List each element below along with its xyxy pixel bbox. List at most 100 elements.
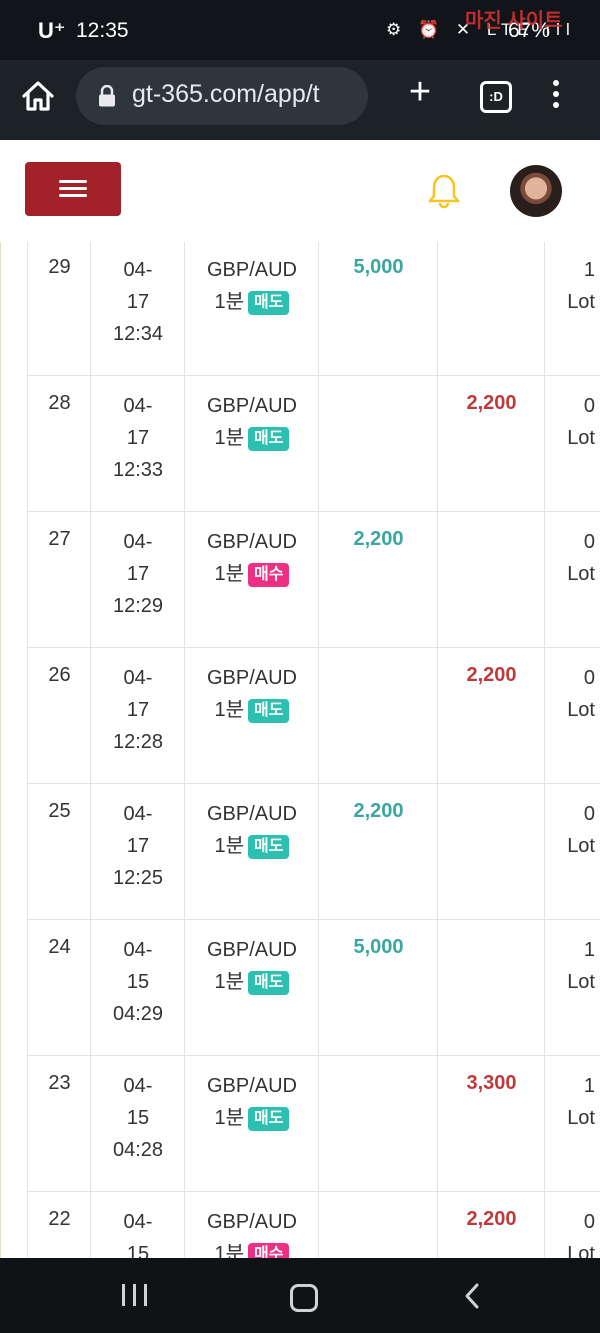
cell-number: 24 [28, 920, 91, 1055]
date-day: 15 [126, 1107, 150, 1129]
lot-count: 1 [583, 1075, 595, 1097]
row-number: 28 [48, 392, 71, 414]
tabs-switcher-icon[interactable]: :D [480, 81, 512, 113]
row-symbol-block: GBP/AUD 1분 매도 [185, 934, 319, 998]
nav-home-icon[interactable] [290, 1284, 318, 1312]
back-icon[interactable] [462, 1282, 482, 1310]
watermark-logo: 마진 사이트 [465, 10, 563, 32]
row-symbol: GBP/AUD [206, 667, 298, 689]
table-row[interactable]: 23 04- 15 04:28 GBP/AUD 1분 매도 3,300 1 Lot [27, 1056, 600, 1192]
side-badge: 매도 [248, 834, 290, 859]
date-day: 15 [126, 1243, 150, 1258]
date-month: 04- [123, 939, 153, 961]
date-month: 04- [123, 1075, 153, 1097]
avatar[interactable] [510, 165, 562, 217]
row-symbol: GBP/AUD [206, 259, 298, 281]
table-row[interactable]: 22 04- 15 GBP/AUD 1분 매수 2,200 0 Lot [27, 1192, 600, 1258]
row-number: 25 [48, 800, 71, 822]
address-bar[interactable]: gt-365.com/app/t [76, 67, 368, 125]
trade-history-table: 29 04- 17 12:34 GBP/AUD 1분 매도 5,000 1 Lot [0, 242, 600, 1258]
lose-amount: 2,200 [466, 664, 517, 686]
row-number: 23 [48, 1072, 71, 1094]
lose-amount: 2,200 [466, 392, 517, 414]
row-symbol: GBP/AUD [206, 395, 298, 417]
date-month: 04- [123, 1211, 153, 1233]
row-date: 04- 15 04:28 [91, 1070, 185, 1166]
row-date: 04- 15 04:29 [91, 934, 185, 1030]
lot-unit: Lot [567, 1243, 595, 1258]
cell-lose [438, 242, 545, 375]
table-row[interactable]: 24 04- 15 04:29 GBP/AUD 1분 매도 5,000 1 Lot [27, 920, 600, 1056]
win-amount: 5,000 [353, 256, 404, 278]
new-tab-plus-icon[interactable]: + [404, 73, 436, 112]
row-lot: 0 Lot [567, 798, 595, 862]
row-symbol-block: GBP/AUD 1분 매도 [185, 798, 319, 862]
date-day: 17 [126, 427, 150, 449]
table-row[interactable]: 25 04- 17 12:25 GBP/AUD 1분 매도 2,200 0 Lot [27, 784, 600, 920]
lot-count: 1 [583, 939, 595, 961]
cell-date: 04- 17 12:33 [91, 376, 185, 511]
recent-apps-icon[interactable] [122, 1284, 148, 1306]
side-badge: 매도 [248, 1106, 290, 1131]
cell-win: 5,000 [319, 920, 438, 1055]
cell-number: 23 [28, 1056, 91, 1191]
table-row[interactable]: 26 04- 17 12:28 GBP/AUD 1분 매도 2,200 0 Lot [27, 648, 600, 784]
cell-date: 04- 15 04:29 [91, 920, 185, 1055]
win-amount: 5,000 [353, 936, 404, 958]
url-text: gt-365.com/app/t [132, 80, 320, 108]
lot-count: 0 [583, 395, 595, 417]
row-timeframe: 1분 [214, 699, 245, 721]
row-timeframe: 1분 [214, 427, 245, 449]
lot-unit: Lot [567, 971, 595, 993]
row-timeframe: 1분 [214, 1107, 245, 1129]
cell-lose: 2,200 [438, 648, 545, 783]
cell-number: 28 [28, 376, 91, 511]
row-symbol-block: GBP/AUD 1분 매도 [185, 662, 319, 726]
more-vert-icon[interactable] [546, 80, 566, 112]
row-date: 04- 17 12:28 [91, 662, 185, 758]
row-number: 26 [48, 664, 71, 686]
date-month: 04- [123, 395, 153, 417]
row-timeframe: 1분 [214, 291, 245, 313]
cell-symbol: GBP/AUD 1분 매도 [185, 920, 319, 1055]
cell-win: 2,200 [319, 784, 438, 919]
side-badge: 매수 [248, 562, 290, 587]
side-badge: 매도 [248, 970, 290, 995]
browser-toolbar: gt-365.com/app/t + :D [0, 60, 600, 140]
row-date: 04- 15 [91, 1206, 185, 1258]
browser-home-icon[interactable] [20, 78, 56, 114]
row-symbol: GBP/AUD [206, 803, 298, 825]
cell-date: 04- 17 12:28 [91, 648, 185, 783]
cell-lose [438, 512, 545, 647]
side-badge: 매도 [248, 290, 290, 315]
lot-count: 1 [583, 259, 595, 281]
lot-unit: Lot [567, 427, 595, 449]
cell-number: 25 [28, 784, 91, 919]
row-lot: 1 Lot [567, 1070, 595, 1134]
row-symbol: GBP/AUD [206, 939, 298, 961]
cell-lot: 1 Lot [545, 1056, 600, 1191]
lot-unit: Lot [567, 699, 595, 721]
cell-lot: 0 Lot [545, 512, 600, 647]
cell-lose: 2,200 [438, 1192, 545, 1258]
row-lot: 0 Lot [567, 390, 595, 454]
cell-lot: 0 Lot [545, 376, 600, 511]
cell-lose: 3,300 [438, 1056, 545, 1191]
cell-win [319, 648, 438, 783]
hamburger-menu-button[interactable] [25, 162, 121, 216]
cell-symbol: GBP/AUD 1분 매도 [185, 784, 319, 919]
row-number: 24 [48, 936, 71, 958]
row-lot: 1 Lot [567, 254, 595, 318]
cell-symbol: GBP/AUD 1분 매도 [185, 1056, 319, 1191]
row-lot: 1 Lot [567, 934, 595, 998]
date-month: 04- [123, 803, 153, 825]
lose-amount: 3,300 [466, 1072, 517, 1094]
cell-number: 29 [28, 242, 91, 375]
bell-icon[interactable] [426, 172, 462, 210]
table-row[interactable]: 27 04- 17 12:29 GBP/AUD 1분 매수 2,200 0 Lot [27, 512, 600, 648]
table-row[interactable]: 29 04- 17 12:34 GBP/AUD 1분 매도 5,000 1 Lot [27, 242, 600, 376]
lot-count: 0 [583, 531, 595, 553]
lot-count: 0 [583, 1211, 595, 1233]
date-time: 12:34 [112, 323, 164, 345]
table-row[interactable]: 28 04- 17 12:33 GBP/AUD 1분 매도 2,200 0 Lot [27, 376, 600, 512]
